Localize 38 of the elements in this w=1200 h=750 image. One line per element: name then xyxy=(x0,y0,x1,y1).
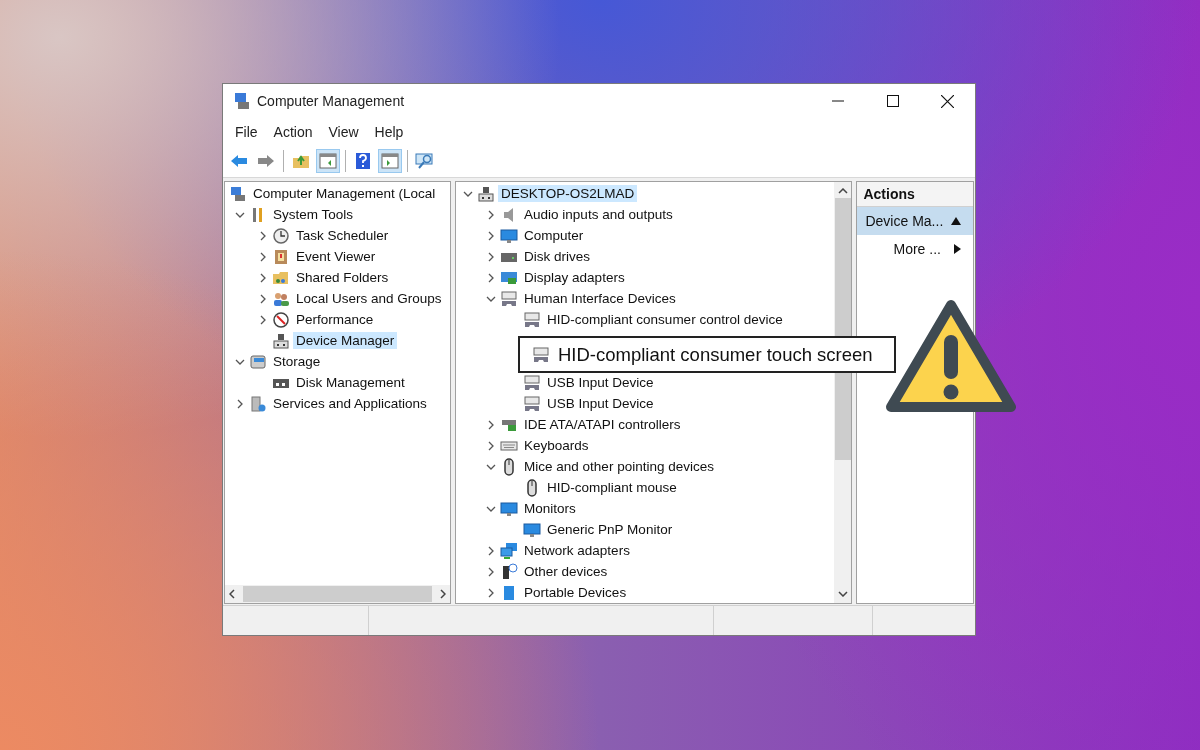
tree-item[interactable]: HID-compliant consumer control device xyxy=(544,311,786,328)
callout-text: HID-compliant consumer touch screen xyxy=(558,343,873,366)
tree-item[interactable]: USB Input Device xyxy=(544,395,657,412)
menu-item[interactable]: File xyxy=(227,123,266,140)
tree-item[interactable]: Computer xyxy=(521,227,587,244)
tree-item[interactable]: Local Users and Groups xyxy=(293,290,445,307)
menu-item[interactable]: Action xyxy=(265,123,321,140)
tree-item[interactable]: Human Interface Devices xyxy=(521,290,679,307)
tree-item[interactable]: Disk drives xyxy=(521,248,594,265)
tree-item[interactable]: DESKTOP-OS2LMAD xyxy=(498,185,638,202)
actions-section-header[interactable]: Device Ma... xyxy=(857,207,973,235)
actions-header: Actions xyxy=(857,182,973,207)
tree-item[interactable]: Device Manager xyxy=(293,332,398,349)
tree-item[interactable]: Task Scheduler xyxy=(293,227,392,244)
tree-item[interactable]: Disk Management xyxy=(293,374,408,391)
window-title: Computer Management xyxy=(257,93,406,109)
tree-item[interactable]: Storage xyxy=(270,353,324,370)
tree-item[interactable]: Performance xyxy=(293,311,377,328)
tree-item[interactable]: Network adapters xyxy=(521,542,633,559)
tree-item[interactable]: Other devices xyxy=(521,563,611,580)
tree-item[interactable]: Keyboards xyxy=(521,437,592,454)
tree-item[interactable]: IDE ATA/ATAPI controllers xyxy=(521,416,684,433)
tree-item[interactable]: Mice and other pointing devices xyxy=(521,458,717,475)
tree-item[interactable]: Monitors xyxy=(521,500,579,517)
menu-item[interactable]: View xyxy=(320,123,367,140)
tree-item[interactable]: Display adapters xyxy=(521,269,628,286)
tree-item[interactable]: USB Input Device xyxy=(544,374,657,391)
tree-item[interactable]: HID-compliant mouse xyxy=(544,479,680,496)
tree-item[interactable]: Computer Management (Local xyxy=(250,185,439,202)
more-actions-link[interactable]: More ... xyxy=(857,235,973,263)
menu-item[interactable]: Help xyxy=(366,123,412,140)
tree-item[interactable]: Generic PnP Monitor xyxy=(544,521,676,538)
tree-item[interactable]: Services and Applications xyxy=(270,395,430,412)
tree-item[interactable]: Audio inputs and outputs xyxy=(521,206,676,223)
tree-item[interactable]: Shared Folders xyxy=(293,269,392,286)
tree-item[interactable]: Portable Devices xyxy=(521,584,630,601)
tree-item[interactable]: Event Viewer xyxy=(293,248,379,265)
tree-item[interactable]: System Tools xyxy=(270,206,357,223)
